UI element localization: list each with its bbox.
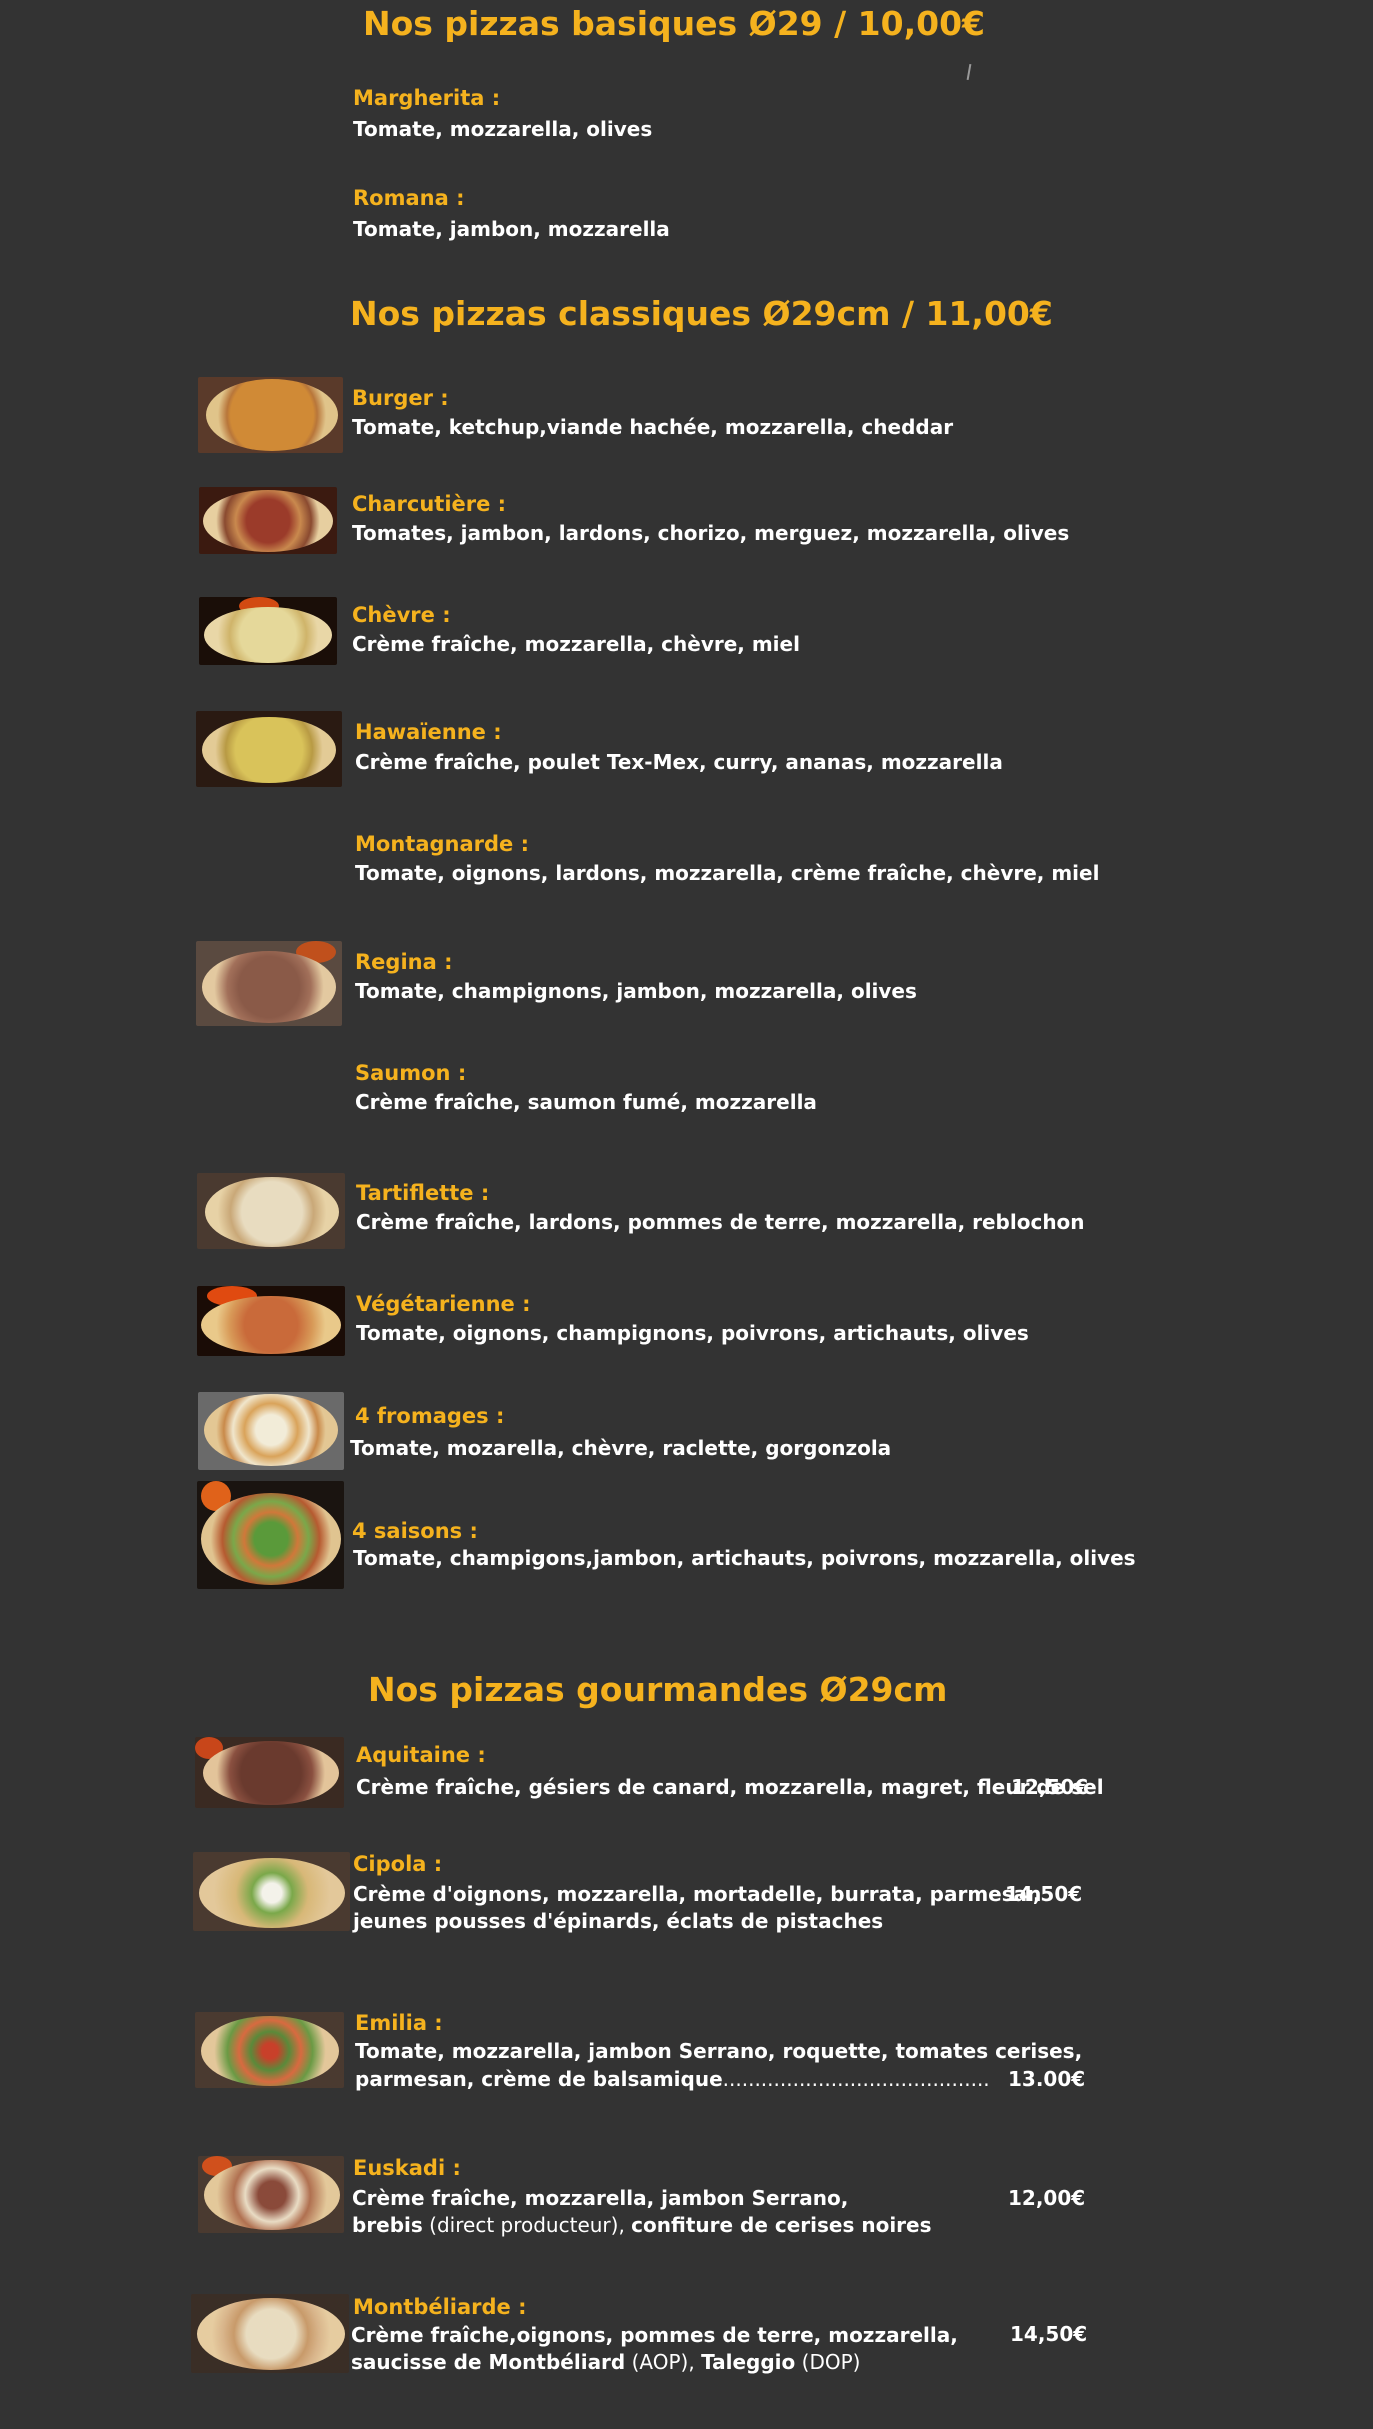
item-desc-4-fromages: Tomate, mozarella, chèvre, raclette, gor…	[350, 1436, 892, 1460]
item-name-vegetarienne: Végétarienne :	[356, 1292, 531, 1316]
section-title-gourmandes: Nos pizzas gourmandes Ø29cm	[368, 1670, 948, 1709]
item-desc-cipola: Crème d'oignons, mozzarella, mortadelle,…	[353, 1882, 1042, 1906]
dot-leader: ........................................…	[722, 2067, 990, 2091]
pizza-photo-4-saisons	[197, 1481, 344, 1589]
item-name-montbeliarde: Montbéliarde :	[353, 2295, 527, 2319]
pizza-photo-4-fromages	[198, 1392, 344, 1470]
item-name-saumon: Saumon :	[355, 1061, 467, 1085]
item-desc-regina: Tomate, champignons, jambon, mozzarella,…	[355, 979, 917, 1003]
pizza-photo-regina	[196, 941, 342, 1026]
item-name-charcutiere: Charcutière :	[352, 492, 507, 516]
pizza-photo-euskadi	[198, 2156, 344, 2233]
item-name-hawaienne: Hawaïenne :	[355, 720, 502, 744]
item-name-margherita: Margherita :	[353, 86, 501, 110]
item-desc-emilia-line2: parmesan, crème de balsamique...........…	[355, 2066, 990, 2093]
item-name-cipola: Cipola :	[353, 1852, 443, 1876]
item-desc-montbeliarde-line2: saucisse de Montbéliard (AOP), Taleggio …	[351, 2349, 860, 2376]
item-desc-montbeliarde: Crème fraîche,oignons, pommes de terre, …	[351, 2323, 958, 2347]
section-title-classiques: Nos pizzas classiques Ø29cm / 11,00€	[350, 294, 1053, 333]
item-name-4-saisons: 4 saisons :	[352, 1519, 478, 1543]
item-name-4-fromages: 4 fromages :	[355, 1404, 505, 1428]
item-desc-4-saisons: Tomate, champigons,jambon, artichauts, p…	[353, 1546, 1136, 1570]
item-desc-margherita: Tomate, mozzarella, olives	[353, 117, 653, 141]
item-desc-euskadi-confiture: confiture de cerises noires	[631, 2213, 932, 2237]
pizza-photo-tartiflette	[197, 1173, 345, 1249]
price-cipola: 14,50€	[1005, 1882, 1083, 1906]
pizza-photo-charcutiere	[199, 487, 337, 554]
item-name-emilia: Emilia :	[355, 2011, 443, 2035]
item-desc-romana: Tomate, jambon, mozzarella	[353, 217, 670, 241]
item-desc-euskadi-line2: brebis (direct producteur), confiture de…	[352, 2212, 932, 2239]
pizza-photo-cipola	[193, 1852, 350, 1931]
price-euskadi: 12,00€	[1008, 2186, 1086, 2210]
section-title-basiques: Nos pizzas basiques Ø29 / 10,00€	[363, 4, 985, 43]
item-name-montagnarde: Montagnarde :	[355, 832, 529, 856]
item-desc-saumon: Crème fraîche, saumon fumé, mozzarella	[355, 1090, 817, 1114]
item-name-romana: Romana :	[353, 186, 465, 210]
pizza-photo-hawaienne	[196, 711, 342, 787]
item-desc-euskadi-brebis: brebis	[352, 2213, 423, 2237]
price-montbeliarde: 14,50€	[1010, 2322, 1088, 2346]
item-name-burger: Burger :	[352, 386, 449, 410]
item-desc-montagnarde: Tomate, oignons, lardons, mozzarella, cr…	[355, 861, 1100, 885]
item-desc-aquitaine: Crème fraîche, gésiers de canard, mozzar…	[356, 1775, 1104, 1799]
item-desc-chevre: Crème fraîche, mozzarella, chèvre, miel	[352, 632, 800, 656]
pizza-photo-montbeliarde	[191, 2294, 349, 2373]
item-desc-cipola-line2: jeunes pousses d'épinards, éclats de pis…	[353, 1909, 884, 1933]
price-emilia: 13.00€	[1008, 2067, 1086, 2091]
pizza-photo-emilia	[195, 2012, 344, 2088]
item-desc-montbeliarde-taleggio: Taleggio	[701, 2350, 796, 2374]
item-desc-tartiflette: Crème fraîche, lardons, pommes de terre,…	[356, 1210, 1085, 1234]
item-desc-montbeliarde-saucisse: saucisse de Montbéliard	[351, 2350, 626, 2374]
stray-mark	[966, 63, 972, 81]
item-name-aquitaine: Aquitaine :	[356, 1743, 486, 1767]
item-desc-euskadi: Crème fraîche, mozzarella, jambon Serran…	[352, 2186, 849, 2210]
item-desc-emilia: Tomate, mozzarella, jambon Serrano, roqu…	[355, 2039, 1083, 2063]
pizza-photo-chevre	[199, 597, 337, 665]
item-desc-montbeliarde-aop: (AOP),	[625, 2350, 702, 2374]
item-desc-vegetarienne: Tomate, oignons, champignons, poivrons, …	[356, 1321, 1029, 1345]
item-name-chevre: Chèvre :	[352, 603, 451, 627]
item-desc-burger: Tomate, ketchup,viande hachée, mozzarell…	[352, 415, 954, 439]
item-name-regina: Regina :	[355, 950, 453, 974]
item-desc-emilia-line2-text: parmesan, crème de balsamique	[355, 2067, 723, 2091]
item-name-euskadi: Euskadi :	[353, 2156, 461, 2180]
item-name-tartiflette: Tartiflette :	[356, 1181, 490, 1205]
pizza-photo-aquitaine	[195, 1737, 344, 1808]
pizza-photo-vegetarienne	[197, 1286, 345, 1356]
pizza-photo-burger	[198, 377, 343, 453]
item-desc-euskadi-note: (direct producteur),	[422, 2213, 632, 2237]
price-aquitaine: 12,50€	[1011, 1775, 1089, 1799]
item-desc-montbeliarde-dop: (DOP)	[795, 2350, 861, 2374]
item-desc-charcutiere: Tomates, jambon, lardons, chorizo, mergu…	[352, 521, 1070, 545]
item-desc-hawaienne: Crème fraîche, poulet Tex-Mex, curry, an…	[355, 750, 1003, 774]
